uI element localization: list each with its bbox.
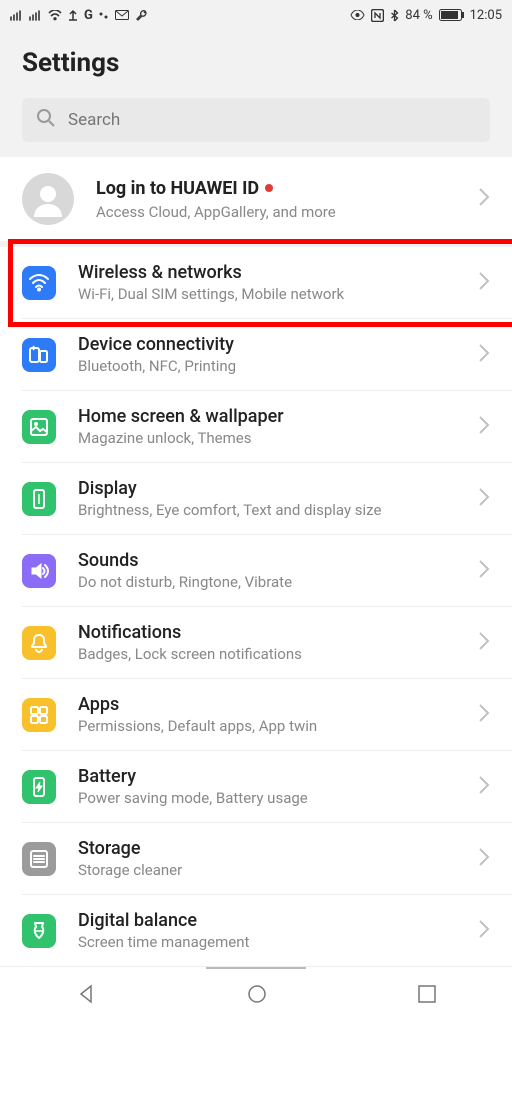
search-input[interactable] xyxy=(68,110,476,130)
wrench-icon xyxy=(135,9,147,21)
item-title: Storage xyxy=(78,838,478,859)
nav-back-button[interactable] xyxy=(75,983,97,1009)
settings-item-battery[interactable]: Battery Power saving mode, Battery usage xyxy=(22,751,512,823)
settings-item-apps[interactable]: Apps Permissions, Default apps, App twin xyxy=(22,679,512,751)
item-content: Display Brightness, Eye comfort, Text and… xyxy=(78,478,478,519)
account-subtitle: Access Cloud, AppGallery, and more xyxy=(96,203,478,221)
storage-list-icon xyxy=(22,842,56,876)
mail-icon xyxy=(115,10,129,20)
nav-indicator xyxy=(206,967,306,969)
item-content: Home screen & wallpaper Magazine unlock, … xyxy=(78,406,478,447)
account-row[interactable]: Log in to HUAWEI ID Access Cloud, AppGal… xyxy=(0,157,512,247)
avatar xyxy=(22,173,74,225)
chevron-right-icon xyxy=(478,487,490,511)
settings-item-device-connectivity[interactable]: Device connectivity Bluetooth, NFC, Print… xyxy=(22,319,512,391)
item-subtitle: Bluetooth, NFC, Printing xyxy=(78,357,478,375)
chevron-right-icon xyxy=(478,415,490,439)
page-title: Settings xyxy=(22,48,490,78)
apps-grid-icon xyxy=(22,698,56,732)
signal-2-icon xyxy=(29,10,42,21)
battery-charging-icon xyxy=(22,770,56,804)
item-title: Apps xyxy=(78,694,478,715)
navigation-bar xyxy=(0,966,512,1024)
wifi-icon xyxy=(48,10,62,21)
item-content: Apps Permissions, Default apps, App twin xyxy=(78,694,478,735)
settings-list: Wireless & networks Wi-Fi, Dual SIM setti… xyxy=(0,247,512,966)
chevron-right-icon xyxy=(478,631,490,655)
upload-icon xyxy=(68,9,78,21)
chevron-right-icon xyxy=(478,703,490,727)
chevron-right-icon xyxy=(478,847,490,871)
item-subtitle: Wi-Fi, Dual SIM settings, Mobile network xyxy=(78,285,478,303)
item-content: Wireless & networks Wi-Fi, Dual SIM setti… xyxy=(78,262,478,303)
search-icon xyxy=(36,108,56,132)
header: Settings xyxy=(0,30,512,98)
settings-item-digital-balance[interactable]: Digital balance Screen time management xyxy=(22,895,512,966)
clock: 12:05 xyxy=(470,8,502,23)
item-content: Device connectivity Bluetooth, NFC, Print… xyxy=(78,334,478,375)
settings-item-display[interactable]: Display Brightness, Eye comfort, Text and… xyxy=(22,463,512,535)
chevron-right-icon xyxy=(478,187,490,211)
nav-home-button[interactable] xyxy=(246,983,268,1009)
account-text: Log in to HUAWEI ID Access Cloud, AppGal… xyxy=(96,178,478,221)
account-title: Log in to HUAWEI ID xyxy=(96,178,259,199)
item-title: Home screen & wallpaper xyxy=(78,406,478,427)
item-subtitle: Do not disturb, Ringtone, Vibrate xyxy=(78,573,478,591)
item-title: Sounds xyxy=(78,550,478,571)
search-box[interactable] xyxy=(22,98,490,142)
eye-icon xyxy=(350,10,365,20)
battery-pct: 84 % xyxy=(405,8,432,23)
nav-recents-button[interactable] xyxy=(417,984,437,1008)
google-g-icon: G xyxy=(84,8,93,23)
item-title: Display xyxy=(78,478,478,499)
status-right: 84 % 12:05 xyxy=(350,8,502,23)
item-subtitle: Permissions, Default apps, App twin xyxy=(78,717,478,735)
item-title: Device connectivity xyxy=(78,334,478,355)
settings-item-home-screen-wallpaper[interactable]: Home screen & wallpaper Magazine unlock, … xyxy=(22,391,512,463)
phone-display-icon xyxy=(22,482,56,516)
search-section xyxy=(0,98,512,157)
settings-item-wireless-networks[interactable]: Wireless & networks Wi-Fi, Dual SIM setti… xyxy=(22,247,512,319)
item-title: Battery xyxy=(78,766,478,787)
chevron-right-icon xyxy=(478,775,490,799)
item-title: Wireless & networks xyxy=(78,262,478,283)
item-content: Battery Power saving mode, Battery usage xyxy=(78,766,478,807)
dots-icon xyxy=(99,10,109,20)
item-subtitle: Screen time management xyxy=(78,933,478,951)
status-left: G xyxy=(10,8,147,23)
item-title: Notifications xyxy=(78,622,478,643)
device-link-icon xyxy=(22,338,56,372)
notification-dot-icon xyxy=(265,184,273,192)
item-content: Digital balance Screen time management xyxy=(78,910,478,951)
chevron-right-icon xyxy=(478,271,490,295)
item-content: Sounds Do not disturb, Ringtone, Vibrate xyxy=(78,550,478,591)
chevron-right-icon xyxy=(478,343,490,367)
item-content: Notifications Badges, Lock screen notific… xyxy=(78,622,478,663)
signal-1-icon xyxy=(10,10,23,21)
wallpaper-icon xyxy=(22,410,56,444)
chevron-right-icon xyxy=(478,919,490,943)
item-subtitle: Storage cleaner xyxy=(78,861,478,879)
account-title-row: Log in to HUAWEI ID xyxy=(96,178,478,199)
bell-icon xyxy=(22,626,56,660)
settings-item-sounds[interactable]: Sounds Do not disturb, Ringtone, Vibrate xyxy=(22,535,512,607)
item-subtitle: Badges, Lock screen notifications xyxy=(78,645,478,663)
settings-item-notifications[interactable]: Notifications Badges, Lock screen notific… xyxy=(22,607,512,679)
nfc-icon xyxy=(371,9,384,22)
item-content: Storage Storage cleaner xyxy=(78,838,478,879)
chevron-right-icon xyxy=(478,559,490,583)
item-subtitle: Brightness, Eye comfort, Text and displa… xyxy=(78,501,478,519)
battery-icon xyxy=(439,9,464,21)
status-bar: G 84 % 12:05 xyxy=(0,0,512,30)
item-subtitle: Power saving mode, Battery usage xyxy=(78,789,478,807)
bluetooth-icon xyxy=(390,9,399,22)
settings-item-storage[interactable]: Storage Storage cleaner xyxy=(22,823,512,895)
wifi-icon xyxy=(22,266,56,300)
hourglass-icon xyxy=(22,914,56,948)
item-title: Digital balance xyxy=(78,910,478,931)
item-subtitle: Magazine unlock, Themes xyxy=(78,429,478,447)
speaker-icon xyxy=(22,554,56,588)
